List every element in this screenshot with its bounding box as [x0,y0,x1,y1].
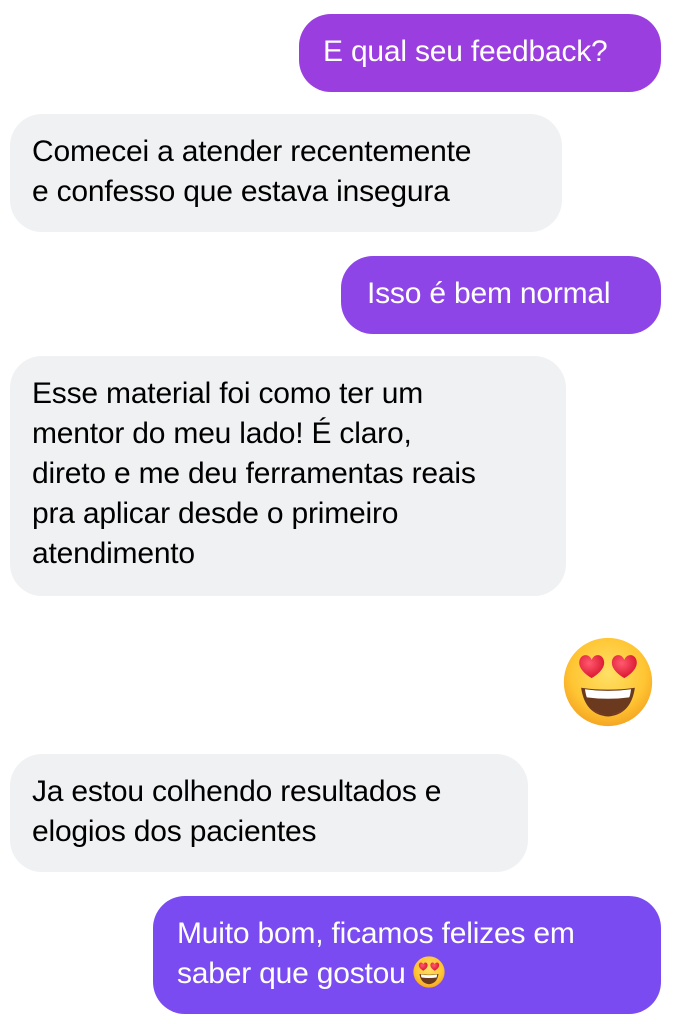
message-text: e confesso que estava insegura [32,175,450,208]
heart-eyes-emoji-icon[interactable] [560,634,656,730]
message-text: pra aplicar desde o primeiro [32,497,399,530]
message-text: Esse material foi como ter um [32,377,423,410]
message-text: Ja estou colhendo resultados e [32,775,442,808]
message-bubble-outgoing[interactable]: Muito bom, ficamos felizes em saber que … [153,896,661,1014]
message-bubble-outgoing[interactable]: E qual seu feedback? [299,14,661,92]
message-text: Comecei a atender recentemente [32,135,472,168]
message-bubble-incoming[interactable]: Esse material foi como ter um mentor do … [10,356,566,596]
message-text: atendimento [32,537,195,570]
message-line-with-emoji: saber que gostou [177,954,661,994]
message-text: Isso é bem normal [367,277,611,310]
message-text: mentor do meu lado! É claro, [32,417,412,450]
message-text: E qual seu feedback? [323,35,608,68]
message-bubble-outgoing[interactable]: Isso é bem normal [341,256,661,334]
message-text: direto e me deu ferramentas reais [32,457,476,490]
heart-eyes-emoji-icon [413,956,445,988]
message-bubble-incoming[interactable]: Comecei a atender recentemente e confess… [10,114,562,232]
message-text: Muito bom, ficamos felizes em [177,917,575,950]
message-bubble-incoming[interactable]: Ja estou colhendo resultados e elogios d… [10,754,528,872]
message-text: saber que gostou [177,957,406,990]
message-text: elogios dos pacientes [32,815,317,848]
